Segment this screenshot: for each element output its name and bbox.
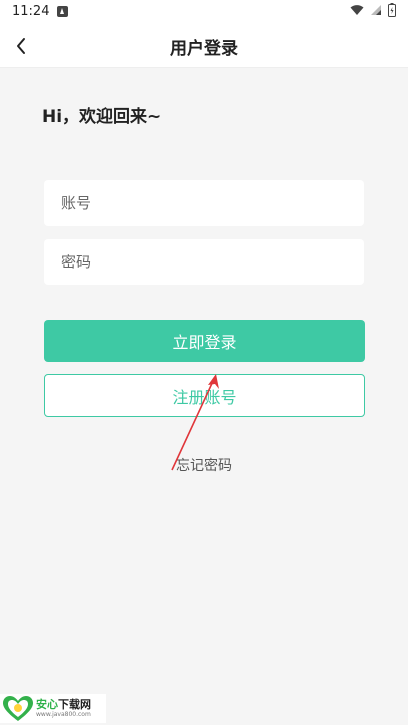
password-input[interactable] xyxy=(44,239,364,285)
register-button[interactable]: 注册账号 xyxy=(44,374,365,417)
a-notification-icon xyxy=(57,6,68,17)
battery-icon xyxy=(388,3,396,17)
watermark: 安心下载网 www.java800.com xyxy=(0,694,106,723)
nav-bar: 用户登录 xyxy=(0,24,408,68)
greeting-text: Hi，欢迎回来~ xyxy=(42,107,162,127)
watermark-title: 安心下载网 xyxy=(36,699,91,710)
watermark-text: 安心下载网 www.java800.com xyxy=(36,699,91,718)
status-icons xyxy=(350,3,396,17)
page-title: 用户登录 xyxy=(170,39,238,59)
status-time: 11:24 xyxy=(12,4,50,19)
signal-icon xyxy=(370,4,382,16)
watermark-url: www.java800.com xyxy=(36,711,91,718)
account-input[interactable] xyxy=(44,180,364,226)
forgot-password-link[interactable]: 忘记密码 xyxy=(0,455,408,475)
status-bar: 11:24 xyxy=(0,0,408,24)
watermark-title-dark: 下载网 xyxy=(58,698,91,711)
heart-logo-icon xyxy=(3,695,33,721)
watermark-title-green: 安心 xyxy=(36,698,58,711)
login-button[interactable]: 立即登录 xyxy=(44,320,365,362)
wifi-icon xyxy=(350,4,364,16)
